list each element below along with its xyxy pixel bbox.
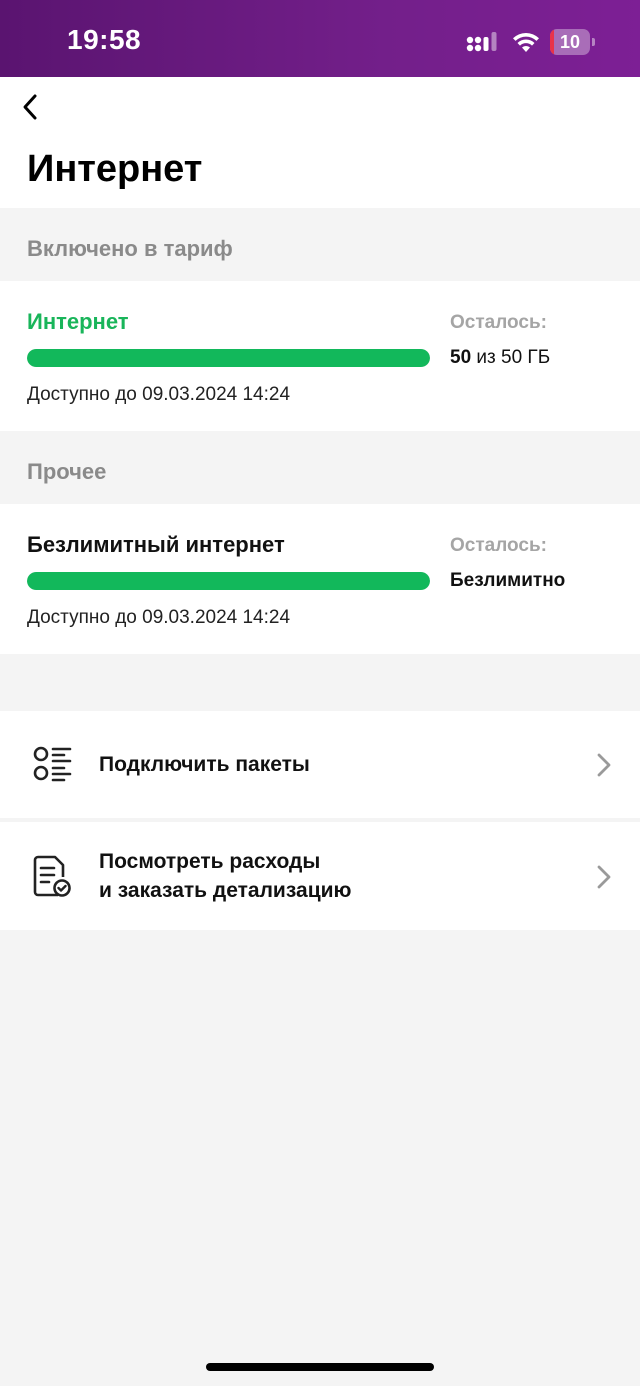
battery-level: 10 <box>559 32 581 52</box>
package-available-until: Доступно до 09.03.2024 14:24 <box>27 384 291 405</box>
remaining-amount: 50 <box>450 347 472 368</box>
package-progress-bar <box>27 572 430 590</box>
section-label-included: Включено в тариф <box>27 236 233 261</box>
remaining-label: Осталось: <box>450 535 547 556</box>
package-card-internet[interactable]: Интернет Доступно до 09.03.2024 14:24 Ос… <box>0 281 640 431</box>
remaining-value: Безлимитно <box>450 570 565 592</box>
connect-packages-label: Подключить пакеты <box>99 753 310 776</box>
view-expenses-label-line2: и заказать детализацию <box>99 879 352 902</box>
chevron-right-icon <box>597 865 611 889</box>
section-label-other: Прочее <box>27 459 107 484</box>
wifi-icon <box>513 32 539 52</box>
battery-icon: 10 <box>550 29 595 55</box>
page-title: Интернет <box>27 148 203 190</box>
remaining-amount: Безлимитно <box>450 570 566 591</box>
view-expenses-button[interactable]: Посмотреть расходы и заказать детализаци… <box>0 822 640 930</box>
back-button[interactable] <box>10 87 50 127</box>
package-progress-bar <box>27 349 430 367</box>
package-name: Безлимитный интернет <box>27 532 285 557</box>
package-name: Интернет <box>27 309 129 334</box>
package-card-unlimited[interactable]: Безлимитный интернет Доступно до 09.03.2… <box>0 504 640 654</box>
home-indicator[interactable] <box>206 1363 434 1371</box>
remaining-value: 50 из 50 ГБ <box>450 347 550 369</box>
connect-packages-button[interactable]: Подключить пакеты <box>0 711 640 818</box>
remaining-total: из 50 ГБ <box>471 347 551 368</box>
remaining-label: Осталось: <box>450 312 547 333</box>
view-expenses-label-line1: Посмотреть расходы <box>99 850 321 873</box>
chevron-right-icon <box>597 753 611 777</box>
package-available-until: Доступно до 09.03.2024 14:24 <box>27 607 291 628</box>
cellular-signal-icon <box>466 32 497 52</box>
document-check-icon <box>33 855 71 897</box>
page-header: Интернет <box>0 77 640 208</box>
status-bar: 19:58 10 <box>0 0 640 77</box>
view-expenses-label: Посмотреть расходы и заказать детализаци… <box>99 847 351 905</box>
list-options-icon <box>33 746 72 782</box>
status-time: 19:58 <box>67 24 142 55</box>
chevron-left-icon <box>23 94 37 120</box>
